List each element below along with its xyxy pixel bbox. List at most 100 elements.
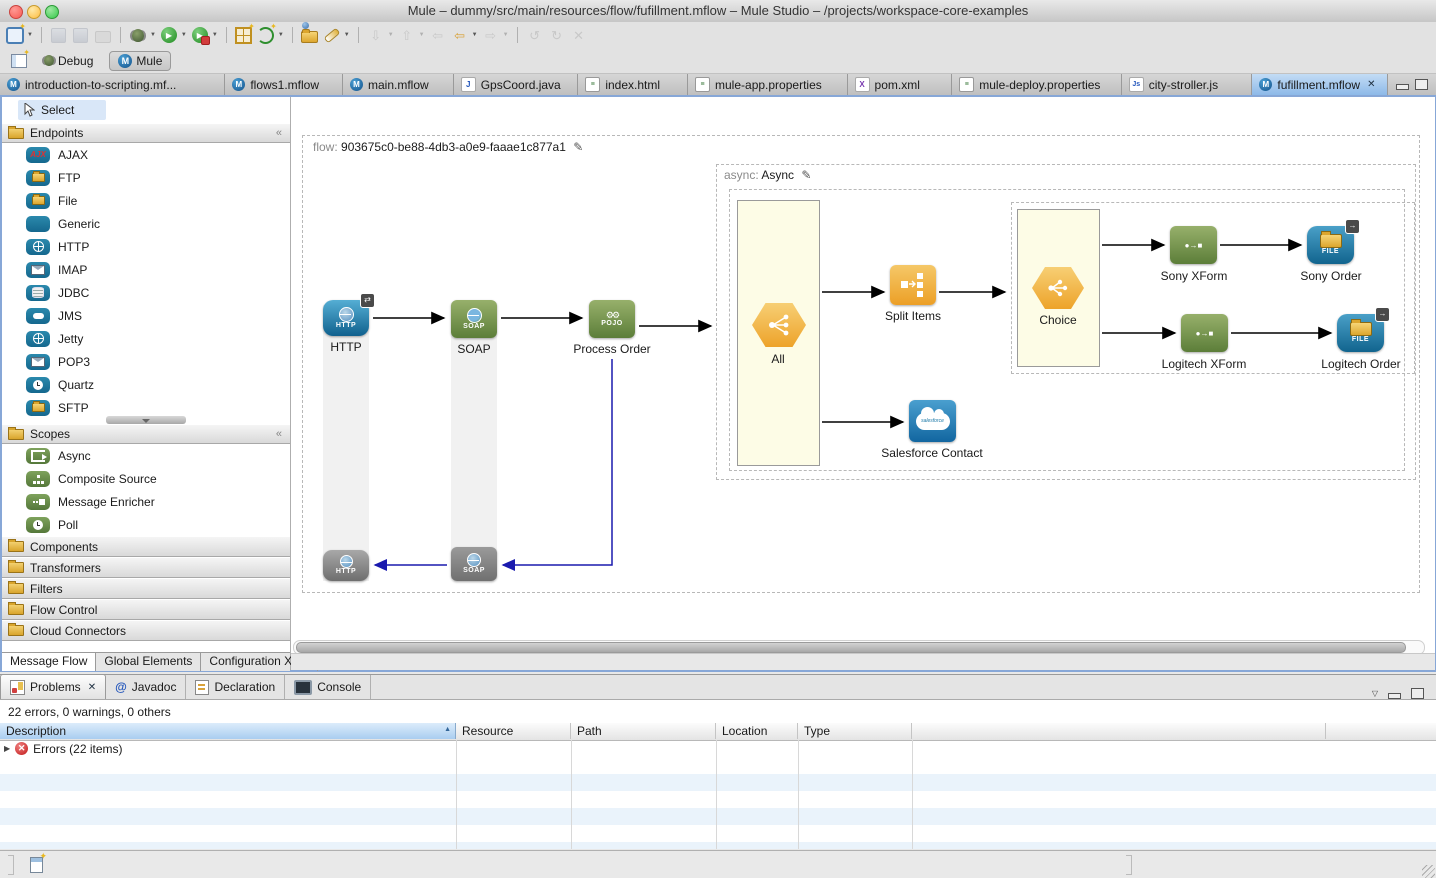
pin-icon[interactable]: « (276, 127, 282, 139)
perspective-bar: ✦ Debug M Mule (0, 48, 1436, 74)
node-logitech-order[interactable]: FILE → (1337, 314, 1384, 352)
tab-gpscoord-java[interactable]: J GpsCoord.java (454, 74, 579, 95)
tab-fufillment-mflow[interactable]: M fufillment.mflow ✕ (1252, 74, 1388, 95)
undo-button[interactable]: ↺ (526, 26, 544, 44)
main-toolbar: ✦▼ ▼ ▶▼ ▶▼ ✦ ✦▼ ▼ ⇩▼ ⇧▼ ⇦ ⇦▼ ⇨▼ ↺ ↻ ✕ (0, 22, 1436, 48)
palette-item-ftp[interactable]: FTP (2, 166, 290, 189)
new-java-package-button[interactable]: ✦ (235, 26, 253, 44)
palette-category-filters[interactable]: Filters (2, 578, 290, 599)
palette-item-pop3[interactable]: POP3 (2, 350, 290, 373)
save-all-button[interactable] (72, 26, 90, 44)
node-sony-xform[interactable]: ●→■ (1170, 226, 1217, 264)
tab-city-stroller-js[interactable]: Js city-stroller.js (1122, 74, 1253, 95)
mule-file-icon: M (350, 78, 363, 91)
last-edit-location-button[interactable]: ⇦ (429, 26, 447, 44)
column-resource[interactable]: Resource (456, 723, 571, 739)
tab-introduction-to-scripting[interactable]: M introduction-to-scripting.mf... (0, 74, 225, 95)
close-view-icon[interactable]: ✕ (88, 682, 96, 693)
node-salesforce-contact[interactable]: salesforce (909, 400, 956, 442)
tab-global-elements[interactable]: Global Elements (96, 653, 201, 671)
palette-item-jetty[interactable]: Jetty (2, 327, 290, 350)
palette-item-http[interactable]: HTTP (2, 235, 290, 258)
flow-canvas[interactable]: flow: 903675c0-be88-4db3-a0e9-faaae1c877… (291, 97, 1435, 670)
tab-index-html[interactable]: ≡ index.html (578, 74, 688, 95)
tab-main-mflow[interactable]: M main.mflow (343, 74, 454, 95)
palette-item-message-enricher[interactable]: Message Enricher (2, 490, 290, 513)
view-menu-icon[interactable]: ▽ (1372, 689, 1378, 698)
palette-select-tool[interactable]: Select (18, 100, 106, 120)
node-logitech-xform[interactable]: ●→■ (1181, 314, 1228, 352)
palette-item-poll[interactable]: Poll (2, 513, 290, 536)
expand-arrow-icon[interactable]: ▶ (4, 744, 10, 753)
palette-item-jdbc[interactable]: JDBC (2, 281, 290, 304)
palette-category-cloud-connectors[interactable]: Cloud Connectors (2, 620, 290, 641)
tab-mule-app-properties[interactable]: ≡ mule-app.properties (688, 74, 848, 95)
palette-category-flow-control[interactable]: Flow Control (2, 599, 290, 620)
next-annotation-button[interactable]: ⇩ (367, 26, 385, 44)
palette-item-jms[interactable]: JMS (2, 304, 290, 327)
open-resource-button[interactable] (301, 26, 319, 44)
palette-category-transformers[interactable]: Transformers (2, 557, 290, 578)
maximize-editor-button[interactable] (1415, 79, 1428, 90)
tab-console[interactable]: Console (285, 675, 371, 699)
forward-button[interactable]: ⇨ (482, 26, 500, 44)
tab-flows1[interactable]: M flows1.mflow (225, 74, 343, 95)
open-perspective-button[interactable]: ✦ (10, 52, 28, 70)
tab-message-flow[interactable]: Message Flow (2, 653, 96, 671)
palette-category-scopes[interactable]: Scopes « (2, 424, 290, 444)
node-split-items[interactable] (890, 265, 936, 305)
debug-button[interactable] (129, 26, 147, 44)
column-type[interactable]: Type (798, 723, 912, 739)
palette-item-imap[interactable]: IMAP (2, 258, 290, 281)
problems-icon (10, 680, 25, 695)
minimize-editor-button[interactable] (1396, 84, 1409, 90)
palette-item-async[interactable]: Async (2, 444, 290, 467)
edit-flow-name-icon[interactable]: ✎ (573, 140, 583, 154)
new-button[interactable]: ✦ (6, 26, 24, 44)
tab-problems[interactable]: Problems ✕ (0, 674, 106, 699)
tab-javadoc[interactable]: @ Javadoc (106, 675, 186, 699)
redo-button[interactable]: ↻ (548, 26, 566, 44)
tab-pom-xml[interactable]: X pom.xml (848, 74, 953, 95)
palette-resize-handle[interactable] (106, 416, 186, 424)
search-button[interactable] (323, 26, 341, 44)
perspective-mule[interactable]: M Mule (109, 51, 171, 71)
run-button[interactable]: ▶ (160, 26, 178, 44)
node-soap[interactable]: SOAP (451, 300, 497, 338)
palette-category-components[interactable]: Components (2, 536, 290, 557)
palette-item-generic[interactable]: Generic (2, 212, 290, 235)
resize-grip[interactable] (1422, 865, 1435, 878)
run-external-button[interactable]: ▶ (191, 26, 209, 44)
node-label-choice: Choice (983, 313, 1133, 327)
palette-item-quartz[interactable]: Quartz (2, 373, 290, 396)
minimize-view-button[interactable] (1388, 693, 1401, 699)
scrollbar-thumb[interactable] (296, 642, 1406, 653)
node-http-inbound[interactable]: HTTP ⇄ (323, 300, 369, 336)
perspective-debug[interactable]: Debug (36, 52, 101, 70)
print-button[interactable] (94, 26, 112, 44)
tab-mule-deploy-properties[interactable]: ≡ mule-deploy.properties (952, 74, 1122, 95)
palette-item-ajax[interactable]: AJXAJAX (2, 143, 290, 166)
pin-icon[interactable]: « (276, 428, 282, 440)
edit-async-name-icon[interactable]: ✎ (801, 168, 811, 182)
save-button[interactable] (50, 26, 68, 44)
node-soap-response[interactable]: SOAP (451, 547, 497, 581)
update-project-button[interactable]: ✦ (257, 26, 275, 44)
node-sony-order[interactable]: FILE → (1307, 226, 1354, 264)
palette-item-composite-source[interactable]: Composite Source (2, 467, 290, 490)
node-http-response[interactable]: HTTP (323, 550, 369, 581)
palette-category-endpoints[interactable]: Endpoints « (2, 123, 290, 143)
maximize-view-button[interactable] (1411, 688, 1424, 699)
column-description[interactable]: Description ▲ (0, 723, 456, 739)
previous-annotation-button[interactable]: ⇧ (398, 26, 416, 44)
fast-view-icon[interactable] (30, 857, 43, 873)
close-tab-icon[interactable]: ✕ (1367, 79, 1375, 90)
back-button[interactable]: ⇦ (451, 26, 469, 44)
tab-declaration[interactable]: Declaration (186, 675, 285, 699)
column-location[interactable]: Location (716, 723, 798, 739)
delete-button[interactable]: ✕ (570, 26, 588, 44)
problems-row-errors[interactable]: ▶ ✕ Errors (22 items) (0, 740, 1436, 757)
palette-item-file[interactable]: File (2, 189, 290, 212)
column-path[interactable]: Path (571, 723, 716, 739)
node-process-order[interactable]: ⚙⚙ POJO (589, 300, 635, 338)
